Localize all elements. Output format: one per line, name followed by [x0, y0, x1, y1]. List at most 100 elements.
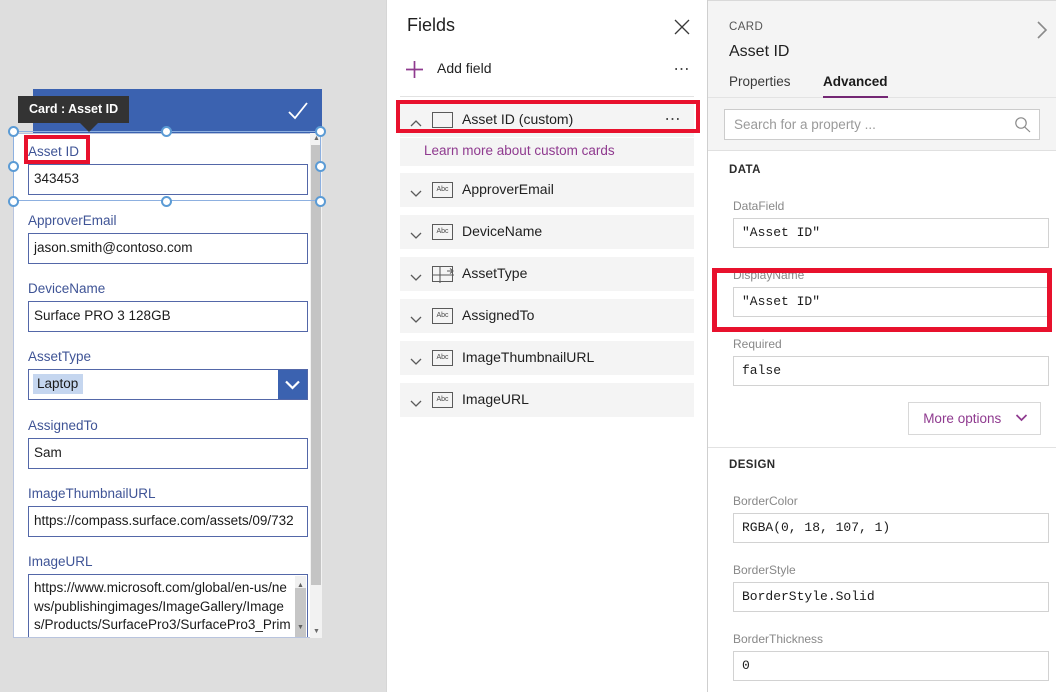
resize-handle-bottom-right[interactable]	[315, 196, 326, 207]
scroll-down-arrow-icon[interactable]: ▼	[297, 619, 304, 638]
form-field-approveremail: ApproverEmail jason.smith@contoso.com	[28, 213, 308, 264]
chevron-down-icon[interactable]	[410, 311, 422, 320]
field-list-item-imageurl[interactable]: Abc ImageURL	[400, 383, 694, 417]
resize-handle-bottom-center[interactable]	[161, 196, 172, 207]
add-field-label: Add field	[437, 60, 491, 76]
property-value-input[interactable]: BorderStyle.Solid	[733, 582, 1049, 612]
form-field-devicename: DeviceName Surface PRO 3 128GB	[28, 281, 308, 332]
form-scrollbar[interactable]: ▲ ▼	[310, 133, 322, 638]
form-field-label: AssignedTo	[28, 418, 308, 438]
resize-handle-top-center[interactable]	[161, 126, 172, 137]
learn-more-link[interactable]: Learn more about custom cards	[424, 143, 615, 158]
property-bordercolor: BorderColor RGBA(0, 18, 107, 1)	[733, 494, 1049, 543]
field-list-item-devicename[interactable]: Abc DeviceName	[400, 215, 694, 249]
property-value-input[interactable]: 0	[733, 651, 1049, 681]
abc-icon: Abc	[432, 350, 453, 366]
property-label: DataField	[733, 199, 1049, 218]
textarea-scrollbar[interactable]: ▲ ▼	[295, 576, 306, 638]
form-field-label: DeviceName	[28, 281, 308, 301]
chevron-down-icon[interactable]	[410, 269, 422, 278]
property-search-row: Search for a property ...	[708, 98, 1056, 151]
edit-form: Asset ID 343453 ApproverEmail jason.smit…	[13, 133, 322, 638]
more-options-label: More options	[923, 411, 1001, 426]
app-canvas: Card : Asset ID Asset ID 343453 Approver…	[0, 0, 386, 692]
section-divider	[708, 447, 1056, 448]
annotation-highlight-asset-id-label	[24, 135, 90, 164]
form-field-input[interactable]: 343453	[28, 164, 308, 195]
resize-handle-top-left[interactable]	[8, 126, 19, 137]
resize-handle-bottom-left[interactable]	[8, 196, 19, 207]
field-list-item-assignedto[interactable]: Abc AssignedTo	[400, 299, 694, 333]
form-field-assettype: AssetType Laptop	[28, 349, 308, 400]
form-field-input[interactable]: Surface PRO 3 128GB	[28, 301, 308, 332]
add-field-button[interactable]: Add field ⋯	[387, 55, 707, 87]
chevron-right-icon[interactable]	[1034, 19, 1050, 41]
property-displayname: DisplayName "Asset ID"	[733, 268, 1049, 317]
property-value-input[interactable]: "Asset ID"	[733, 218, 1049, 248]
field-list-item-approveremail[interactable]: Abc ApproverEmail	[400, 173, 694, 207]
field-list-item-label: ImageURL	[462, 391, 529, 407]
properties-panel: CARD Asset ID Properties Advanced Search…	[708, 0, 1056, 692]
abc-icon: Abc	[432, 224, 453, 240]
chevron-down-icon[interactable]	[410, 353, 422, 362]
chevron-down-icon[interactable]	[410, 185, 422, 194]
more-options-button[interactable]: More options	[908, 402, 1041, 435]
property-label: BorderThickness	[733, 632, 1049, 651]
property-borderstyle: BorderStyle BorderStyle.Solid	[733, 563, 1049, 612]
field-list-item-imagethumbnailurl[interactable]: Abc ImageThumbnailURL	[400, 341, 694, 375]
property-value-input[interactable]: false	[733, 356, 1049, 386]
property-label: Required	[733, 337, 1049, 356]
plus-icon	[405, 60, 424, 79]
ellipsis-icon[interactable]: ⋯	[674, 59, 692, 79]
property-value-input[interactable]: RGBA(0, 18, 107, 1)	[733, 513, 1049, 543]
properties-panel-kicker: CARD	[729, 21, 763, 33]
abc-icon: Abc	[432, 392, 453, 408]
form-field-imageurl: ImageURL https://www.microsoft.com/globa…	[28, 554, 308, 638]
search-property-input[interactable]: Search for a property ...	[724, 109, 1040, 140]
resize-handle-middle-right[interactable]	[315, 161, 326, 172]
chevron-down-icon[interactable]	[410, 227, 422, 236]
form-fields-area: Asset ID 343453 ApproverEmail jason.smit…	[14, 134, 322, 638]
properties-panel-title: Asset ID	[729, 43, 789, 61]
ellipsis-icon[interactable]: ⋯	[665, 109, 683, 129]
card-icon	[432, 112, 453, 128]
property-value-input[interactable]: "Asset ID"	[733, 287, 1049, 317]
fields-panel-title: Fields	[407, 15, 455, 36]
form-field-input[interactable]: https://compass.surface.com/assets/09/73…	[28, 506, 308, 537]
section-header-design: DESIGN	[729, 459, 776, 471]
scroll-down-arrow-icon[interactable]: ▼	[313, 628, 320, 636]
learn-more-row: Learn more about custom cards	[400, 138, 694, 166]
form-field-input[interactable]: jason.smith@contoso.com	[28, 233, 308, 264]
form-field-assignedto: AssignedTo Sam	[28, 418, 308, 469]
tab-advanced[interactable]: Advanced	[823, 74, 888, 99]
search-placeholder: Search for a property ...	[734, 117, 876, 132]
form-field-textarea[interactable]: https://www.microsoft.com/global/en-us/n…	[28, 574, 308, 638]
property-label: DisplayName	[733, 268, 1049, 287]
form-field-label: ApproverEmail	[28, 213, 308, 233]
field-list-item-label: Asset ID (custom)	[462, 111, 573, 127]
field-list-item-label: DeviceName	[462, 223, 542, 239]
field-list-item-asset-id[interactable]: Asset ID (custom) ⋯	[400, 103, 694, 137]
search-icon[interactable]	[1014, 116, 1031, 133]
form-field-input[interactable]: Sam	[28, 438, 308, 469]
chevron-up-icon[interactable]	[410, 115, 422, 124]
form-field-dropdown[interactable]: Laptop	[28, 369, 308, 400]
abc-icon: Abc	[432, 182, 453, 198]
resize-handle-middle-left[interactable]	[8, 161, 19, 172]
close-icon[interactable]	[673, 18, 691, 36]
chevron-down-icon[interactable]	[410, 395, 422, 404]
tab-properties[interactable]: Properties	[729, 74, 791, 96]
dropdown-selected-value: Laptop	[33, 374, 83, 394]
checkmark-icon[interactable]	[286, 99, 310, 123]
field-list-item-assettype[interactable]: AssetType	[400, 257, 694, 291]
resize-handle-top-right[interactable]	[315, 126, 326, 137]
form-scrollbar-thumb[interactable]	[311, 145, 321, 585]
abc-icon: Abc	[432, 308, 453, 324]
property-label: BorderStyle	[733, 563, 1049, 582]
properties-panel-tabs: Properties Advanced	[729, 73, 916, 99]
field-list-item-label: ApproverEmail	[462, 181, 554, 197]
property-datafield: DataField "Asset ID"	[733, 199, 1049, 248]
card-tooltip-badge: Card : Asset ID	[18, 96, 129, 123]
chevron-down-icon	[1015, 410, 1028, 425]
chevron-down-icon[interactable]	[278, 370, 307, 399]
